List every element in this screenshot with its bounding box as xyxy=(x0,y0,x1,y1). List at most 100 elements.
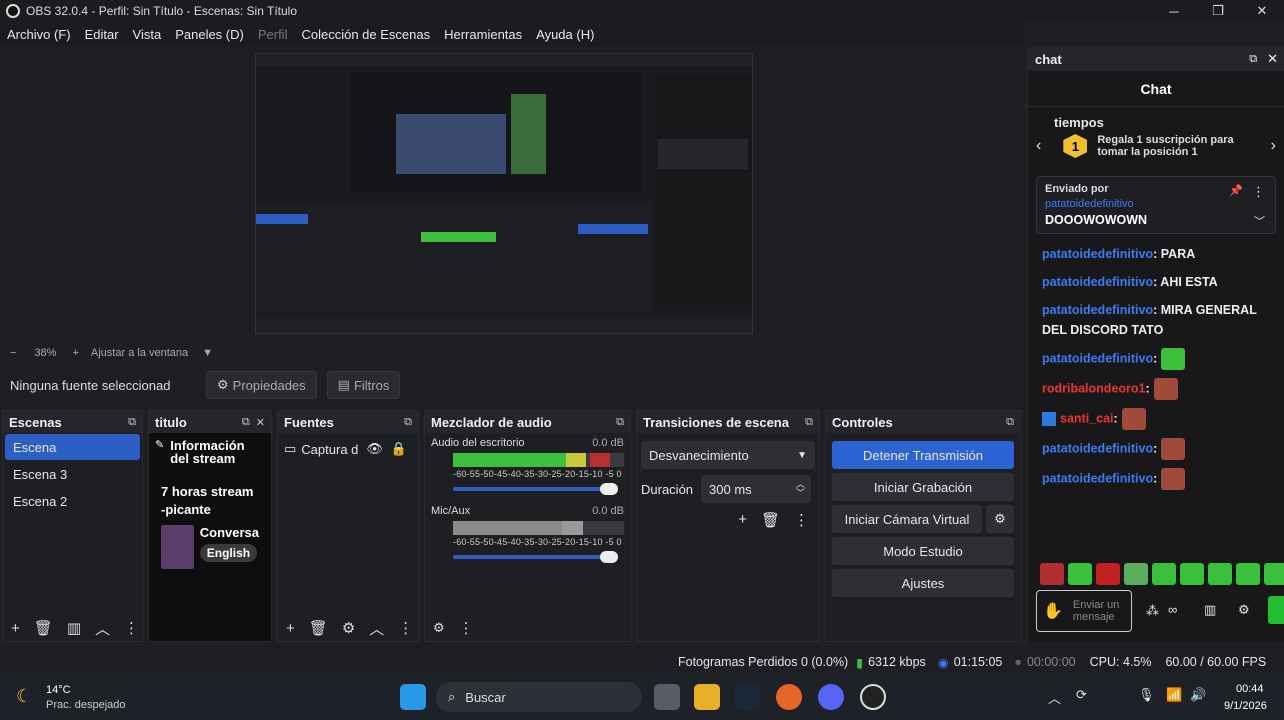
windows-start-icon[interactable] xyxy=(400,684,426,710)
lock-icon[interactable]: 🔒 xyxy=(391,441,407,457)
firefox-icon[interactable] xyxy=(776,684,802,710)
obs-taskbar-icon[interactable] xyxy=(860,684,886,710)
minimize-button[interactable]: ─ xyxy=(1152,0,1196,22)
duration-input[interactable]: 300 ms ︿ ﹀ xyxy=(701,475,812,503)
emote-icon[interactable] xyxy=(1096,563,1120,585)
infinity-icon[interactable]: ∞ xyxy=(1168,602,1177,617)
settings-button[interactable]: Ajustes xyxy=(832,569,1014,597)
file-explorer-icon[interactable] xyxy=(694,684,720,710)
transition-select[interactable]: Desvanecimiento ▼ xyxy=(641,441,815,469)
spinner-icon[interactable]: ︿ ﹀ xyxy=(796,480,805,498)
volume-icon[interactable]: 🔊 xyxy=(1190,687,1206,703)
volume-slider[interactable] xyxy=(453,551,618,563)
chat-username[interactable]: patatoidedefinitivo xyxy=(1042,441,1153,455)
store-icon[interactable]: ▥ xyxy=(1204,602,1216,618)
trash-icon[interactable]: 🗑 xyxy=(309,619,328,637)
filters-button[interactable]: ▤ Filtros xyxy=(326,371,401,399)
scene-item[interactable]: Escena 3 xyxy=(5,461,140,487)
close-icon[interactable]: ✕ xyxy=(1267,51,1278,67)
trash-icon[interactable]: 🗑 xyxy=(761,511,780,529)
scene-item[interactable]: Escena 2 xyxy=(5,488,140,514)
zoom-out-button[interactable]: − xyxy=(10,347,16,359)
chevron-down-icon[interactable]: ▼ xyxy=(202,347,213,359)
pinned-message[interactable]: Enviado por patatoidedefinitivo DOOOWOWO… xyxy=(1036,176,1276,234)
emote-icon[interactable] xyxy=(1236,563,1260,585)
float-icon[interactable]: ⧉ xyxy=(242,416,250,429)
trash-icon[interactable]: 🗑 xyxy=(34,619,53,637)
add-icon[interactable]: + xyxy=(11,620,20,637)
chevron-down-icon[interactable]: ﹀ xyxy=(1254,213,1265,229)
float-icon[interactable]: ⧉ xyxy=(404,416,412,429)
chat-username[interactable]: santi_cai xyxy=(1060,411,1114,425)
float-icon[interactable]: ⧉ xyxy=(616,416,624,429)
menu-edit[interactable]: Editar xyxy=(85,27,119,42)
chat-username[interactable]: patatoidedefinitivo xyxy=(1042,247,1153,261)
mic-icon[interactable]: 🎙 xyxy=(1138,687,1155,703)
maximize-button[interactable]: ❐ xyxy=(1196,0,1240,22)
people-icon[interactable]: ⁂ xyxy=(1146,603,1159,619)
chat-username[interactable]: patatoidedefinitivo xyxy=(1042,471,1153,485)
edit-icon[interactable]: ✎ xyxy=(155,439,164,465)
more-icon[interactable]: ⋮ xyxy=(459,619,474,637)
source-item[interactable]: ▭ Captura d 👁 🔒 xyxy=(278,433,418,465)
start-recording-button[interactable]: Iniciar Grabación xyxy=(832,473,1014,501)
menu-docks[interactable]: Paneles (D) xyxy=(175,27,244,42)
emote-icon[interactable] xyxy=(1124,563,1148,585)
emote-icon[interactable] xyxy=(1208,563,1232,585)
emote-icon[interactable] xyxy=(1180,563,1204,585)
chevron-up-icon[interactable]: ︿ xyxy=(95,618,110,639)
gear-icon[interactable]: ⚙ xyxy=(1238,602,1250,618)
float-icon[interactable]: ⧉ xyxy=(1006,416,1014,429)
chevron-up-icon[interactable]: ︿ xyxy=(1048,688,1061,707)
discord-icon[interactable] xyxy=(818,684,844,710)
steam-icon[interactable] xyxy=(734,684,760,710)
chat-username[interactable]: patatoidedefinitivo xyxy=(1042,303,1153,317)
eye-icon[interactable]: 👁 xyxy=(366,441,383,457)
sync-icon[interactable]: ⟳ xyxy=(1076,687,1087,703)
close-button[interactable]: ✕ xyxy=(1240,0,1284,22)
gear-icon[interactable]: ⚙ xyxy=(433,620,445,636)
chat-username[interactable]: patatoidedefinitivo xyxy=(1042,275,1153,289)
pin-icon[interactable]: 📌 xyxy=(1229,184,1243,197)
virtual-camera-button[interactable]: Iniciar Cámara Virtual xyxy=(832,505,982,533)
float-icon[interactable]: ⧉ xyxy=(128,416,136,429)
menu-view[interactable]: Vista xyxy=(133,27,162,42)
scene-item[interactable]: Escena xyxy=(5,434,140,460)
more-icon[interactable]: ⋮ xyxy=(124,619,139,637)
emote-icon[interactable] xyxy=(1264,563,1284,585)
properties-button[interactable]: ⚙ Propiedades xyxy=(206,371,317,399)
chat-username[interactable]: rodribalondeoro1 xyxy=(1042,381,1145,395)
chevron-right-icon[interactable]: › xyxy=(1271,137,1276,155)
studio-mode-button[interactable]: Modo Estudio xyxy=(832,537,1014,565)
add-icon[interactable]: + xyxy=(738,511,747,529)
close-icon[interactable]: ✕ xyxy=(256,416,265,429)
stop-stream-button[interactable]: Detener Transmisión xyxy=(832,441,1014,469)
menu-tools[interactable]: Herramientas xyxy=(444,27,522,42)
gear-icon[interactable]: ⚙ xyxy=(342,619,355,637)
chevron-up-icon[interactable]: ︿ xyxy=(369,618,384,639)
chat-send-button[interactable] xyxy=(1268,596,1284,624)
more-icon[interactable]: ⋮ xyxy=(794,511,809,529)
taskbar-search[interactable]: ⌕ Buscar xyxy=(436,682,642,712)
chevron-left-icon[interactable]: ‹ xyxy=(1036,137,1041,155)
emote-icon[interactable] xyxy=(1068,563,1092,585)
float-icon[interactable]: ⧉ xyxy=(1249,53,1257,66)
more-icon[interactable]: ⋮ xyxy=(1252,184,1265,200)
chat-input[interactable]: ✋ Enviar un mensaje xyxy=(1036,590,1132,632)
menu-scene-collection[interactable]: Colección de Escenas xyxy=(301,27,430,42)
preview-canvas[interactable] xyxy=(255,53,753,334)
volume-slider[interactable] xyxy=(453,483,618,495)
float-icon[interactable]: ⧉ xyxy=(805,416,813,429)
chat-username[interactable]: patatoidedefinitivo xyxy=(1042,351,1153,365)
emote-icon[interactable] xyxy=(1040,563,1064,585)
emote-icon[interactable] xyxy=(1152,563,1176,585)
weather-icon[interactable]: ☾ xyxy=(16,686,32,707)
menu-file[interactable]: Archivo (F) xyxy=(7,27,71,42)
menu-help[interactable]: Ayuda (H) xyxy=(536,27,594,42)
wifi-icon[interactable]: 📶 xyxy=(1166,687,1182,703)
task-view-icon[interactable] xyxy=(654,684,680,710)
menu-profile[interactable]: Perfil xyxy=(258,27,288,42)
virtual-camera-settings-button[interactable]: ⚙ xyxy=(986,505,1014,533)
filter-icon[interactable]: ▥ xyxy=(67,619,81,637)
add-icon[interactable]: + xyxy=(286,620,295,637)
